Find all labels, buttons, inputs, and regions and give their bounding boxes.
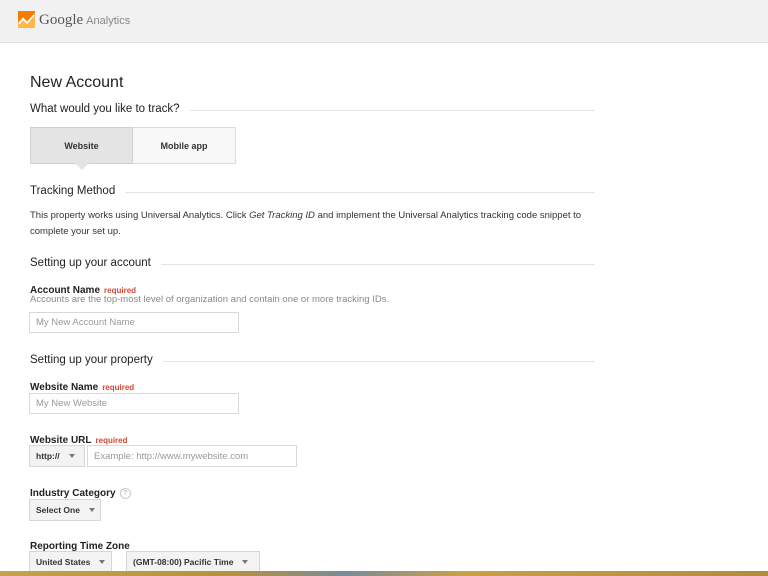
analytics-logo-icon[interactable] xyxy=(18,11,35,28)
chevron-down-icon xyxy=(242,560,249,564)
website-url-input[interactable] xyxy=(87,445,297,467)
industry-category-dropdown[interactable]: Select One xyxy=(29,499,101,521)
property-section-title: Setting up your property xyxy=(30,354,163,366)
website-name-label: Website Name xyxy=(30,382,99,393)
timezone-dropdown[interactable]: (GMT-08:00) Pacific Time xyxy=(126,551,260,573)
required-tag: required xyxy=(95,436,128,445)
brand-name: Google xyxy=(39,12,84,28)
website-option-button[interactable]: Website xyxy=(30,127,133,170)
chevron-down-icon xyxy=(88,508,95,512)
required-tag: required xyxy=(102,383,135,392)
tracking-method-description: This property works using Universal Anal… xyxy=(30,208,600,240)
track-question: What would you like to track? xyxy=(30,103,190,115)
brand-title[interactable]: Google Analytics xyxy=(39,12,130,29)
industry-value: Select One xyxy=(36,505,80,515)
tracking-text-1: This property works using Universal Anal… xyxy=(30,210,250,221)
website-name-input[interactable] xyxy=(29,393,239,414)
mobile-app-option-button[interactable]: Mobile app xyxy=(133,127,236,164)
get-tracking-id-text: Get Tracking ID xyxy=(249,210,315,221)
top-bar: Google Analytics xyxy=(0,0,768,43)
account-section-heading: Setting up your account xyxy=(30,257,595,273)
taskbar-strip xyxy=(0,571,768,576)
track-section-heading: What would you like to track? xyxy=(30,103,595,119)
country-dropdown[interactable]: United States xyxy=(29,551,112,573)
page-title: New Account xyxy=(30,74,124,91)
timezone-value: (GMT-08:00) Pacific Time xyxy=(133,557,234,567)
chevron-down-icon xyxy=(99,560,106,564)
account-name-input[interactable] xyxy=(29,312,239,333)
account-help-text: Accounts are the top-most level of organ… xyxy=(30,294,390,305)
help-icon[interactable]: ? xyxy=(119,488,131,499)
account-section-title: Setting up your account xyxy=(30,257,161,269)
tracking-method-title: Tracking Method xyxy=(30,185,126,197)
tracking-method-heading: Tracking Method xyxy=(30,185,595,201)
protocol-dropdown[interactable]: http:// xyxy=(29,445,85,467)
brand-subtitle: Analytics xyxy=(86,15,131,27)
industry-category-label: Industry Category xyxy=(30,488,116,499)
country-value: United States xyxy=(36,557,91,567)
property-section-heading: Setting up your property xyxy=(30,354,595,370)
track-type-selector: Website Mobile app xyxy=(30,127,236,170)
chevron-down-icon xyxy=(68,454,75,458)
protocol-value: http:// xyxy=(36,451,60,461)
